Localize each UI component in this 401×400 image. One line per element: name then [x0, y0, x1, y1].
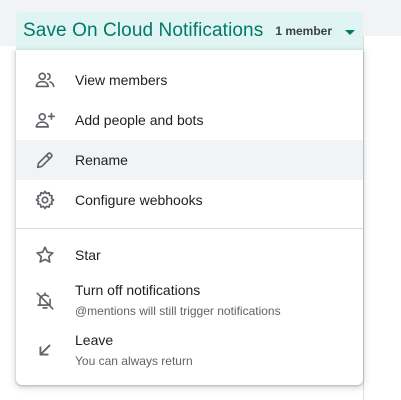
caret-down-icon	[345, 29, 356, 35]
menu-item-label: View members	[75, 72, 168, 88]
side-panel	[363, 36, 401, 400]
gear-icon	[34, 189, 56, 211]
menu-item-view-members[interactable]: View members	[16, 60, 363, 100]
people-icon	[34, 69, 56, 91]
bell-off-icon	[34, 290, 56, 312]
room-title: Save On Cloud Notifications	[23, 20, 264, 41]
member-count: 1 member	[275, 24, 333, 38]
menu-item-label: Turn off notifications	[75, 282, 201, 298]
arrow-down-left-icon	[34, 339, 56, 361]
menu-item-label: Add people and bots	[75, 112, 204, 128]
person-add-icon	[34, 109, 56, 131]
menu-item-add-people[interactable]: Add people and bots	[16, 100, 363, 140]
menu-item-leave[interactable]: Leave You can always return	[16, 325, 363, 375]
menu-item-label: Leave	[75, 332, 114, 348]
menu-divider	[16, 228, 363, 229]
menu-item-label: Rename	[75, 152, 128, 168]
menu-item-label: Star	[75, 247, 101, 263]
menu-item-rename[interactable]: Rename	[16, 140, 363, 180]
menu-item-label: Configure webhooks	[75, 192, 203, 208]
panel-divider	[363, 36, 364, 400]
pencil-icon	[34, 149, 56, 171]
menu-item-turn-off-notifications[interactable]: Turn off notifications @mentions will st…	[16, 275, 363, 325]
menu-item-configure-webhooks[interactable]: Configure webhooks	[16, 180, 363, 220]
menu-item-sublabel: @mentions will still trigger notificatio…	[75, 304, 281, 318]
menu-item-star[interactable]: Star	[16, 235, 363, 275]
room-options-menu: View members Add people and bots Rename	[16, 50, 363, 385]
menu-item-sublabel: You can always return	[75, 354, 193, 368]
star-icon	[34, 244, 56, 266]
room-header-dropdown[interactable]: Save On Cloud Notifications 1 member	[16, 12, 363, 50]
